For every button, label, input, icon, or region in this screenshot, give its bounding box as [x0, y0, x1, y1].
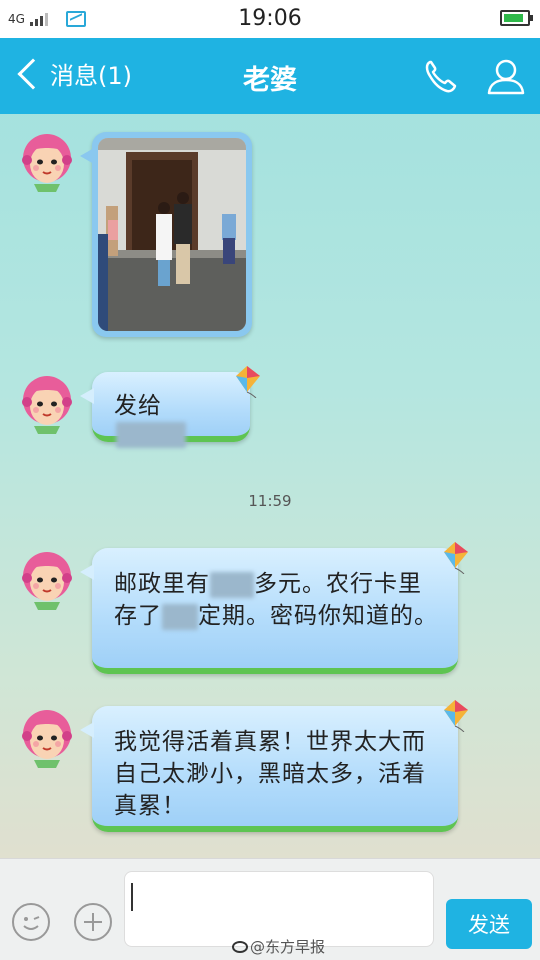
text-cursor — [131, 883, 133, 911]
message-bubble[interactable]: 邮政里有 多元。农行卡里存了 定期。密码你知道的。 — [80, 542, 468, 674]
timestamp: 11:59 — [248, 492, 292, 510]
status-bar: 4G 19:06 — [0, 0, 540, 38]
kite-icon — [444, 700, 468, 732]
status-time: 19:06 — [238, 6, 302, 31]
watermark-text: @东方早报 — [250, 938, 326, 956]
avatar[interactable] — [16, 130, 78, 192]
avatar[interactable] — [16, 372, 78, 434]
chat-header: 消息(1) 老婆 — [0, 38, 540, 114]
message-text: 发给 — [114, 393, 162, 419]
message-text-part: 定期。密码你知道的。 — [198, 603, 438, 629]
message-photo[interactable] — [98, 138, 246, 331]
weibo-icon — [232, 941, 248, 953]
message-bubble[interactable]: 我觉得活着真累！世界太大而自己太渺小，黑暗太多，活着真累！ — [80, 700, 468, 832]
back-label: 消息(1) — [50, 62, 132, 90]
message-text: 邮政里有 多元。农行卡里存了 定期。密码你知道的。 — [114, 568, 438, 632]
plus-icon[interactable] — [74, 903, 112, 941]
send-button[interactable]: 发送 — [446, 899, 532, 949]
message-bubble[interactable]: 发给 — [80, 366, 260, 448]
message-text: 我觉得活着真累！世界太大而自己太渺小，黑暗太多，活着真累！ — [114, 729, 426, 819]
emoji-icon[interactable] — [12, 903, 50, 941]
kite-icon — [236, 366, 260, 398]
watermark: @东方早报 — [232, 936, 325, 957]
avatar[interactable] — [16, 548, 78, 610]
kite-icon — [444, 542, 468, 574]
redacted-text — [210, 571, 254, 598]
image-message[interactable] — [80, 132, 252, 337]
redacted-text — [162, 603, 198, 630]
battery-icon — [500, 10, 533, 26]
redacted-text — [116, 422, 186, 448]
battery-level — [504, 14, 523, 22]
avatar[interactable] — [16, 706, 78, 768]
message-text-part: 邮政里有 — [114, 571, 210, 597]
back-button[interactable]: 消息(1) — [14, 56, 132, 91]
chevron-left-icon — [17, 57, 49, 90]
phone-icon[interactable] — [420, 56, 460, 96]
contact-profile-icon[interactable] — [486, 56, 526, 96]
